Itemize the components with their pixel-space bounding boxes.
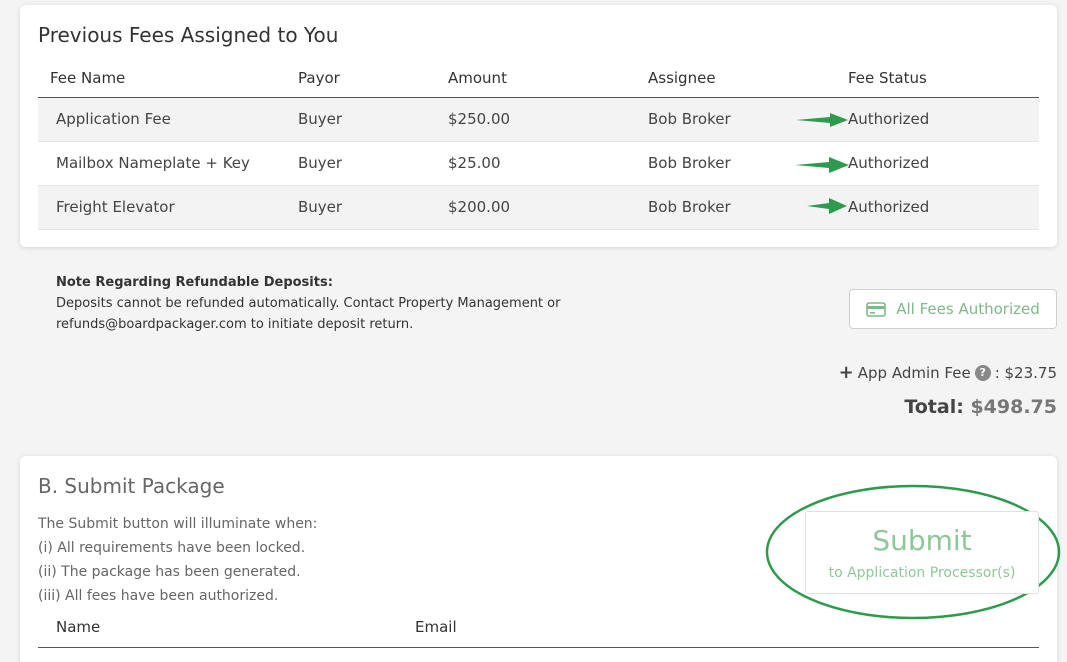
admin-fee-value: : $23.75	[994, 363, 1057, 382]
column-header-assignee: Assignee	[648, 69, 716, 87]
fee-name: Freight Elevator	[56, 198, 175, 216]
submit-label: Submit	[872, 524, 972, 557]
submit-package-title: B. Submit Package	[38, 474, 225, 498]
fees-card-title: Previous Fees Assigned to You	[38, 23, 339, 47]
table-row: Freight Elevator Buyer $200.00 Bob Broke…	[38, 186, 1039, 230]
help-icon[interactable]: ?	[974, 364, 991, 381]
fee-name: Mailbox Nameplate + Key	[56, 154, 250, 172]
fees-table-header: Fee Name Payor Amount Assignee Fee Statu…	[38, 67, 1039, 98]
credit-card-icon	[866, 301, 887, 317]
fee-amount: $250.00	[448, 110, 511, 128]
fee-assignee: Bob Broker	[648, 154, 731, 172]
table-row: Application Fee Buyer $250.00 Bob Broker…	[38, 98, 1039, 142]
arrow-right-icon	[807, 198, 847, 214]
column-header-payor: Payor	[298, 69, 340, 87]
column-header-name: Name	[56, 618, 101, 636]
column-header-email: Email	[415, 618, 457, 636]
submit-sublabel: to Application Processor(s)	[828, 565, 1016, 581]
requirement-line: The Submit button will illuminate when:	[38, 516, 318, 532]
column-header-fee-name: Fee Name	[50, 69, 126, 87]
refund-note-line: Deposits cannot be refunded automaticall…	[56, 296, 561, 311]
submit-package-card: B. Submit Package The Submit button will…	[20, 456, 1061, 662]
fee-amount: $200.00	[448, 198, 511, 216]
submit-requirements: The Submit button will illuminate when: …	[38, 512, 317, 608]
fee-payor: Buyer	[298, 198, 343, 216]
fee-payor: Buyer	[298, 154, 343, 172]
column-header-fee-status: Fee Status	[848, 69, 927, 87]
refund-note-line: refunds@boardpackager.com to initiate de…	[56, 317, 414, 332]
fee-amount: $25.00	[448, 154, 501, 172]
column-header-amount: Amount	[448, 69, 507, 87]
fee-assignee: Bob Broker	[648, 110, 731, 128]
fee-status: Authorized	[848, 154, 930, 172]
fee-name: Application Fee	[56, 110, 171, 128]
fees-table: Fee Name Payor Amount Assignee Fee Statu…	[38, 67, 1039, 230]
total-label: Total:	[904, 396, 964, 418]
total-value: $498.75	[970, 396, 1057, 418]
fee-payor: Buyer	[298, 110, 343, 128]
requirement-line: (i) All requirements have been locked.	[38, 540, 306, 556]
admin-fee-label: App Admin Fee	[857, 363, 971, 382]
arrow-right-icon	[795, 157, 849, 173]
arrow-right-icon	[796, 113, 848, 127]
fee-assignee: Bob Broker	[648, 198, 731, 216]
table-row: Mailbox Nameplate + Key Buyer $25.00 Bob…	[38, 142, 1039, 186]
total: Total: $498.75	[904, 396, 1057, 418]
plus-icon: +	[838, 362, 854, 383]
all-fees-authorized-button[interactable]: All Fees Authorized	[849, 289, 1057, 329]
all-fees-authorized-label: All Fees Authorized	[896, 300, 1040, 318]
requirement-line: (iii) All fees have been authorized.	[38, 588, 279, 604]
fees-card: Previous Fees Assigned to You Fee Name P…	[20, 5, 1057, 247]
fee-status: Authorized	[848, 110, 930, 128]
fee-status: Authorized	[848, 198, 930, 216]
refund-note-title: Note Regarding Refundable Deposits:	[56, 275, 333, 290]
page: Previous Fees Assigned to You Fee Name P…	[0, 0, 1067, 662]
requirement-line: (ii) The package has been generated.	[38, 564, 301, 580]
admin-fee: + App Admin Fee ? : $23.75	[839, 362, 1057, 383]
contacts-table-header: Name Email	[38, 616, 1039, 648]
submit-button[interactable]: Submit to Application Processor(s)	[805, 511, 1039, 594]
refund-note: Note Regarding Refundable Deposits: Depo…	[56, 272, 656, 335]
